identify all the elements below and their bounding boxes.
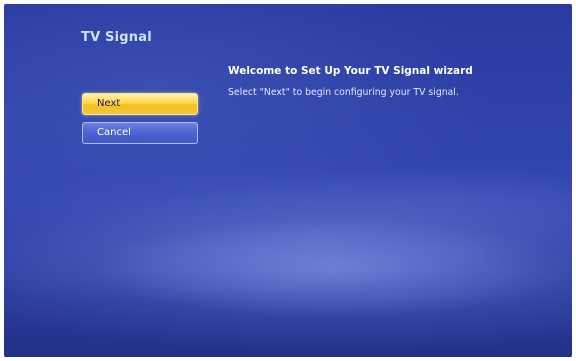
- page-title: TV Signal: [81, 30, 152, 45]
- wizard-description: Select "Next" to begin configuring your …: [228, 87, 459, 98]
- cancel-button[interactable]: Cancel: [82, 122, 198, 144]
- next-button[interactable]: Next: [82, 93, 198, 115]
- wizard-heading: Welcome to Set Up Your TV Signal wizard: [228, 65, 473, 77]
- media-center-screen: TV Signal Next Cancel Welcome to Set Up …: [4, 4, 572, 357]
- background-sheen: [4, 137, 572, 331]
